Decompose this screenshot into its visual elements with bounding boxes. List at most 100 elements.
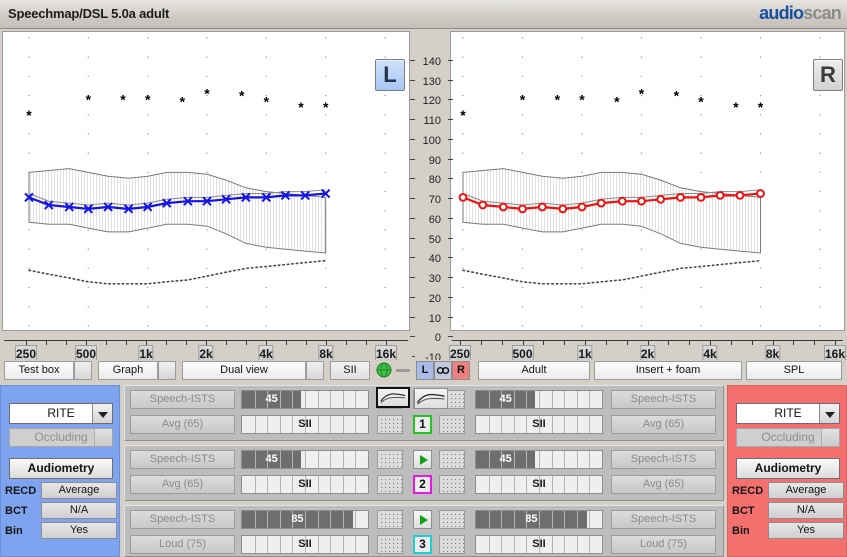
- y-tick-0: 0: [410, 332, 453, 344]
- ucl-asterisk: *: [758, 99, 764, 115]
- right-ear-chart[interactable]: * * * * * * * * * *: [450, 31, 845, 331]
- left-occluding-field[interactable]: Occluding: [9, 428, 113, 447]
- units-button[interactable]: SPL: [746, 361, 842, 380]
- left-level-bar-3[interactable]: 85: [241, 510, 369, 529]
- data-point-marker: [676, 193, 685, 202]
- play-button-3[interactable]: [413, 510, 432, 529]
- curve-index-2[interactable]: 2: [413, 475, 432, 494]
- left-bin-value[interactable]: Yes: [41, 522, 117, 539]
- right-dotgrid-bottom-3[interactable]: [439, 535, 465, 554]
- left-recd-label: RECD: [5, 485, 37, 497]
- chevron-down-icon[interactable]: [92, 404, 112, 423]
- right-dotgrid-top-3[interactable]: [439, 510, 465, 529]
- left-sii-bar-3[interactable]: SII: [241, 535, 369, 554]
- coupling-button[interactable]: Insert + foam: [594, 361, 742, 380]
- x-minor-tick: [346, 340, 347, 345]
- curve-style-button-selected[interactable]: [376, 387, 410, 408]
- y-tick-30: 30: [410, 273, 453, 285]
- left-dotgrid-top-2[interactable]: [377, 450, 403, 469]
- right-bct-value[interactable]: N/A: [768, 502, 844, 519]
- right-stimulus-label-3[interactable]: Speech-ISTS: [611, 510, 716, 529]
- right-level-bar-2[interactable]: 45: [475, 450, 603, 469]
- audioscan-logo: audioscan: [759, 3, 842, 24]
- left-recd-value[interactable]: Average: [41, 482, 117, 499]
- right-recd-value[interactable]: Average: [768, 482, 844, 499]
- left-dotgrid-bottom-1[interactable]: [377, 415, 403, 434]
- ucl-asterisk: *: [639, 86, 645, 102]
- left-preset-label-3[interactable]: Loud (75): [130, 535, 235, 554]
- left-sii-bar-2[interactable]: SII: [241, 475, 369, 494]
- x-minor-tick: [306, 340, 307, 345]
- left-dotgrid-bottom-2[interactable]: [377, 475, 403, 494]
- left-bin-row: Bin Yes: [5, 522, 117, 540]
- right-dotgrid-bottom-2[interactable]: [439, 475, 465, 494]
- left-bct-value[interactable]: N/A: [41, 502, 117, 519]
- x-minor-tick: [246, 340, 247, 345]
- test-box-button[interactable]: Test box: [4, 361, 74, 380]
- left-audiometry-button[interactable]: Audiometry: [9, 458, 113, 479]
- curve-style-button[interactable]: [414, 388, 448, 409]
- right-preset-label-1[interactable]: Avg (65): [611, 415, 716, 434]
- right-occluding-spinner[interactable]: [821, 429, 839, 446]
- right-level-bar-3[interactable]: 85: [475, 510, 603, 529]
- x-minor-tick: [286, 340, 287, 345]
- right-dotgrid-bottom-1[interactable]: [439, 415, 465, 434]
- graph-spinner[interactable]: [158, 361, 176, 380]
- right-sii-bar-1[interactable]: SII: [475, 415, 603, 434]
- data-point-marker: [715, 191, 725, 200]
- graph-button[interactable]: Graph: [98, 361, 158, 380]
- right-preset-label-3[interactable]: Loud (75): [611, 535, 716, 554]
- right-dotgrid-top-2[interactable]: [439, 450, 465, 469]
- left-occluding-spinner[interactable]: [94, 429, 112, 446]
- data-point-marker: [696, 193, 706, 202]
- right-sii-bar-2[interactable]: SII: [475, 475, 603, 494]
- x-minor-tick: [689, 340, 691, 345]
- test-box-spinner[interactable]: [74, 361, 92, 380]
- left-preset-label-2[interactable]: Avg (65): [130, 475, 235, 494]
- ear-toggle-right[interactable]: R: [452, 361, 470, 380]
- right-sii-bar-3[interactable]: SII: [475, 535, 603, 554]
- left-ear-settings-panel: RITE Occluding Audiometry RECD Average B…: [0, 385, 120, 557]
- left-ear-chart[interactable]: * * * * * * * * * *: [2, 31, 410, 331]
- x-axis-left: 250 500 1k 2k 4k 8k 16k: [0, 340, 412, 364]
- y-tick-10: 10: [410, 313, 453, 325]
- curve-index-1[interactable]: 1: [413, 415, 432, 434]
- left-dotgrid-top-3[interactable]: [377, 510, 403, 529]
- left-ear-badge[interactable]: L: [375, 59, 405, 91]
- ear-toggle-left[interactable]: L: [416, 361, 434, 380]
- right-ear-badge[interactable]: R: [813, 59, 843, 91]
- globe-icon[interactable]: [376, 362, 392, 378]
- dual-view-spinner[interactable]: [306, 361, 324, 380]
- left-preset-label-1[interactable]: Avg (65): [130, 415, 235, 434]
- left-sii-bar-1[interactable]: SII: [241, 415, 369, 434]
- left-dotgrid-bottom-3[interactable]: [377, 535, 403, 554]
- ucl-asterisk: *: [323, 99, 329, 115]
- left-stimulus-label-3[interactable]: Speech-ISTS: [130, 510, 235, 529]
- left-stimulus-label-2[interactable]: Speech-ISTS: [130, 450, 235, 469]
- x-minor-tick: [814, 340, 816, 345]
- ear-link-toggle[interactable]: L R: [416, 361, 470, 380]
- right-level-bar-1[interactable]: 45: [475, 390, 603, 409]
- right-occluding-field[interactable]: Occluding: [736, 428, 840, 447]
- sii-button[interactable]: SII: [330, 361, 370, 380]
- right-stimulus-label-2[interactable]: Speech-ISTS: [611, 450, 716, 469]
- curve-index-3[interactable]: 3: [413, 535, 432, 554]
- age-group-button[interactable]: Adult: [478, 361, 590, 380]
- left-level-bar-2[interactable]: 45: [241, 450, 369, 469]
- dash-icon[interactable]: [396, 369, 410, 372]
- ucl-asterisk: *: [86, 91, 92, 107]
- ucl-asterisk: *: [145, 91, 151, 107]
- play-button-2[interactable]: [413, 450, 432, 469]
- right-audiometry-button[interactable]: Audiometry: [736, 458, 840, 479]
- ucl-asterisk: *: [520, 91, 526, 107]
- left-stimulus-label-1[interactable]: Speech-ISTS: [130, 390, 235, 409]
- left-level-bar-1[interactable]: 45: [241, 390, 369, 409]
- chain-link-icon[interactable]: [434, 361, 452, 380]
- right-stimulus-label-1[interactable]: Speech-ISTS: [611, 390, 716, 409]
- right-bin-value[interactable]: Yes: [768, 522, 844, 539]
- left-device-select[interactable]: RITE: [9, 403, 113, 424]
- right-preset-label-2[interactable]: Avg (65): [611, 475, 716, 494]
- right-device-select[interactable]: RITE: [736, 403, 840, 424]
- chevron-down-icon[interactable]: [819, 404, 839, 423]
- dual-view-button[interactable]: Dual view: [182, 361, 306, 380]
